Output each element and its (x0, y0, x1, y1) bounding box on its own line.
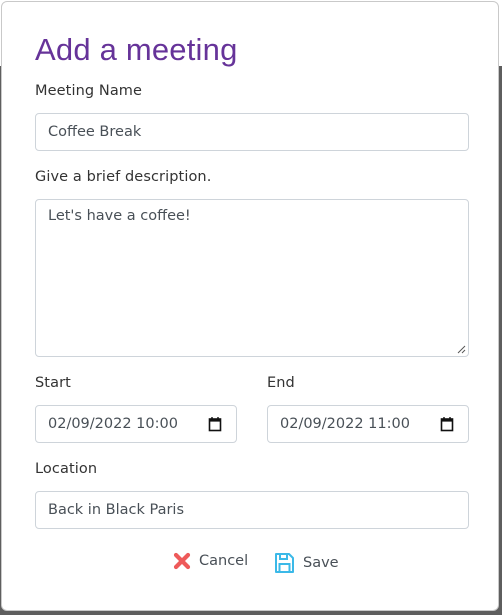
calendar-icon[interactable] (440, 416, 454, 432)
dialog-title: Add a meeting (35, 32, 238, 67)
meeting-name-label: Meeting Name (35, 83, 143, 99)
end-datetime-input[interactable]: 02/09/2022 11:00 (267, 405, 469, 443)
calendar-icon[interactable] (208, 416, 222, 432)
description-textarea[interactable]: Let's have a coffee! (35, 199, 469, 357)
start-label: Start (35, 375, 71, 391)
meeting-name-value: Coffee Break (48, 124, 142, 140)
floppy-disk-icon (275, 553, 294, 573)
end-value: 02/09/2022 11:00 (280, 416, 410, 432)
location-input[interactable]: Back in Black Paris (35, 491, 469, 529)
location-value: Back in Black Paris (48, 502, 185, 518)
add-meeting-dialog: Add a meeting Meeting Name Coffee Break … (1, 1, 499, 611)
start-value: 02/09/2022 10:00 (48, 416, 178, 432)
location-label: Location (35, 461, 98, 477)
dialog-actions: Cancel Save (2, 552, 500, 578)
save-button[interactable]: Save (274, 552, 339, 574)
end-label: End (267, 375, 295, 391)
resize-grip-icon[interactable] (457, 345, 466, 354)
cancel-label: Cancel (199, 553, 249, 569)
save-label: Save (303, 555, 339, 571)
close-x-icon (173, 552, 191, 570)
start-datetime-input[interactable]: 02/09/2022 10:00 (35, 405, 237, 443)
description-label: Give a brief description. (35, 169, 212, 185)
description-value: Let's have a coffee! (48, 208, 191, 224)
cancel-button[interactable]: Cancel (173, 552, 248, 570)
meeting-name-input[interactable]: Coffee Break (35, 113, 469, 151)
